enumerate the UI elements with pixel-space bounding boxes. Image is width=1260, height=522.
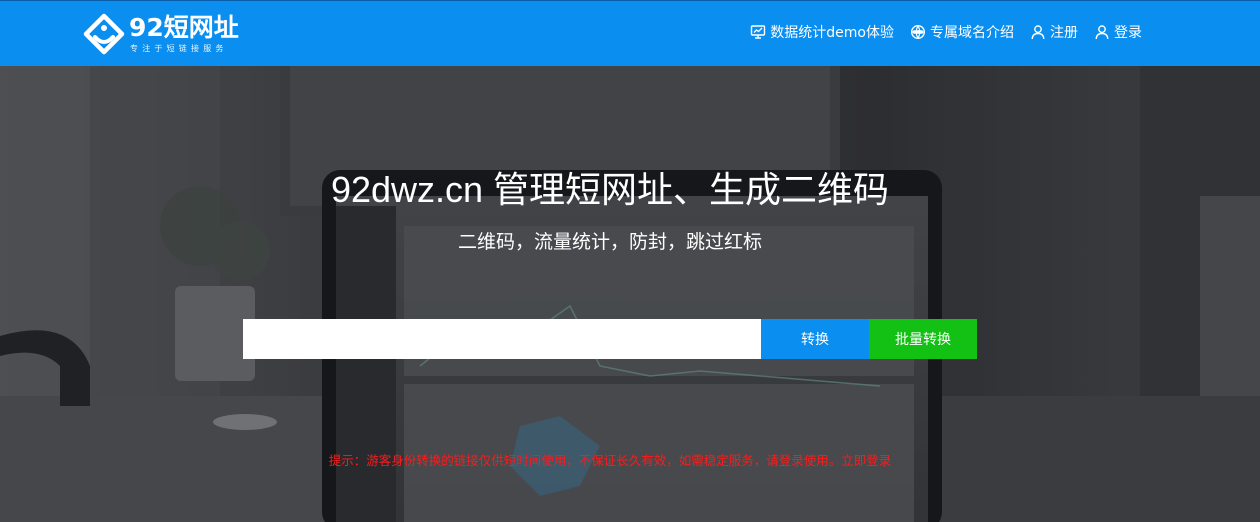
logo-subtitle: 专注于短链接服务 — [130, 44, 228, 53]
hero-section: 92dwz.cn 管理短网址、生成二维码 二维码，流量统计，防封，跳过红标 转换… — [0, 66, 1260, 522]
top-header: 92短网址 专注于短链接服务 数据统计demo体验 专属域名介绍 注册 登录 — [0, 0, 1260, 66]
top-nav: 数据统计demo体验 专属域名介绍 注册 登录 — [734, 21, 1142, 43]
logo-title: 92短网址 — [129, 13, 239, 42]
nav-demo-stats[interactable]: 数据统计demo体验 — [750, 22, 894, 42]
nav-custom-domain[interactable]: 专属域名介绍 — [910, 22, 1014, 42]
nav-login[interactable]: 登录 — [1094, 22, 1142, 42]
hero-subtitle: 二维码，流量统计，防封，跳过红标 — [457, 231, 762, 253]
guest-tip: 提示：游客身份转换的链接仅供短时间使用，不保证长久有效，如需稳定服务，请登录使用… — [0, 453, 1220, 469]
shorten-form: 转换 批量转换 — [243, 319, 977, 359]
convert-button[interactable]: 转换 — [761, 319, 869, 359]
user-icon — [1031, 25, 1045, 40]
hero-title: 92dwz.cn 管理短网址、生成二维码 — [330, 169, 890, 210]
globe-icon — [910, 24, 926, 40]
user-icon — [1095, 25, 1109, 40]
nav-register[interactable]: 注册 — [1030, 22, 1078, 42]
url-input[interactable] — [243, 319, 761, 359]
nav-custom-domain-label: 专属域名介绍 — [930, 25, 1014, 41]
batch-convert-button[interactable]: 批量转换 — [869, 319, 977, 359]
site-logo[interactable]: 92短网址 专注于短链接服务 — [82, 11, 262, 59]
guest-tip-text: 提示：游客身份转换的链接仅供短时间使用，不保证长久有效，如需稳定服务，请登录使用… — [328, 453, 842, 468]
nav-demo-stats-label: 数据统计demo体验 — [770, 25, 894, 41]
logo-mark-icon — [83, 13, 125, 55]
nav-login-label: 登录 — [1114, 25, 1142, 41]
chart-monitor-icon — [751, 25, 766, 39]
login-now-link[interactable]: 立即登录 — [841, 453, 891, 468]
nav-register-label: 注册 — [1050, 25, 1078, 41]
